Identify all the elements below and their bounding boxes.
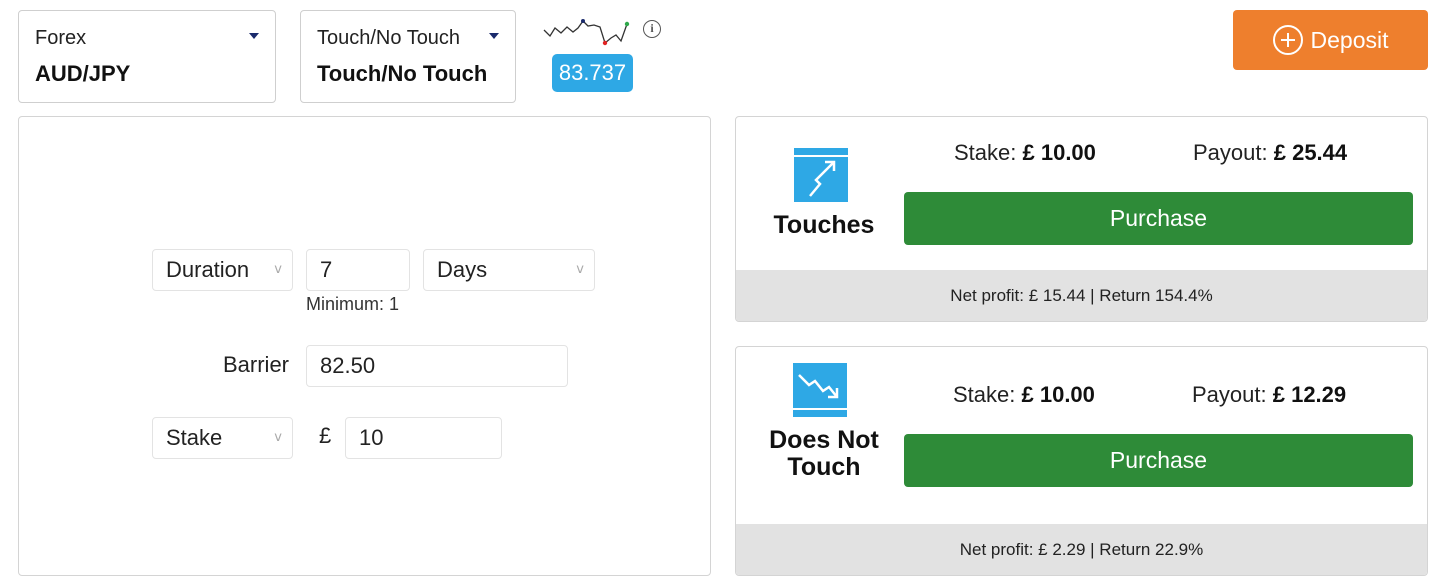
- duration-unit-select[interactable]: Days v: [423, 249, 595, 291]
- payout-display: Payout: £ 12.29: [1192, 382, 1346, 408]
- barrier-value: 82.50: [320, 353, 376, 378]
- trade-type-category: Touch/No Touch: [317, 27, 461, 49]
- duration-input[interactable]: 7: [306, 249, 410, 291]
- payout-display: Payout: £ 25.44: [1193, 140, 1347, 166]
- deposit-button[interactable]: Deposit: [1233, 10, 1428, 70]
- market-category: Forex: [35, 27, 87, 49]
- info-icon[interactable]: i: [643, 20, 661, 38]
- trade-parameters-panel: Duration v 7 Days v Minimum: 1 Barrier 8…: [18, 116, 711, 576]
- no-touch-contract-icon: [793, 363, 847, 417]
- chevron-down-icon: v: [274, 262, 282, 277]
- barrier-input[interactable]: 82.50: [306, 345, 568, 387]
- contract-name-touches: Touches: [773, 211, 875, 239]
- duration-type-select[interactable]: Duration v: [152, 249, 293, 291]
- net-profit-footer: Net profit: £ 15.44 | Return 154.4%: [736, 270, 1427, 321]
- duration-minimum-hint: Minimum: 1: [306, 294, 400, 314]
- net-profit-footer: Net profit: £ 2.29 | Return 22.9%: [736, 524, 1427, 575]
- contract-name-does-not-touch: Does Not Touch: [769, 426, 879, 481]
- stake-label: Stake:: [953, 382, 1016, 407]
- plus-circle-icon: [1272, 25, 1303, 55]
- trade-type-selected: Touch/No Touch: [317, 61, 488, 86]
- duration-value: 7: [320, 257, 333, 282]
- stake-amount: £ 10.00: [1021, 382, 1095, 407]
- deposit-label: Deposit: [1310, 26, 1389, 53]
- payout-amount: £ 12.29: [1272, 382, 1347, 407]
- caret-down-icon: [489, 33, 499, 39]
- duration-type-value: Duration: [166, 257, 250, 282]
- spot-price-badge: 83.737: [552, 54, 633, 92]
- currency-symbol: £: [319, 423, 332, 448]
- stake-display: Stake: £ 10.00: [953, 382, 1095, 408]
- chevron-down-icon: v: [576, 262, 584, 277]
- market-dropdown[interactable]: Forex AUD/JPY: [18, 10, 276, 103]
- barrier-label: Barrier: [223, 352, 290, 377]
- purchase-touches-button[interactable]: Purchase: [904, 192, 1413, 245]
- trade-type-dropdown[interactable]: Touch/No Touch Touch/No Touch: [300, 10, 516, 103]
- chevron-down-icon: v: [274, 430, 282, 445]
- price-sparkline-icon: [543, 19, 630, 46]
- touch-contract-icon: [794, 148, 848, 202]
- stake-value: 10: [359, 425, 384, 450]
- payout-label: Payout:: [1192, 382, 1267, 407]
- duration-unit-value: Days: [437, 257, 488, 282]
- stake-display: Stake: £ 10.00: [954, 140, 1096, 166]
- payout-amount: £ 25.44: [1273, 140, 1348, 165]
- purchase-does-not-touch-button[interactable]: Purchase: [904, 434, 1413, 487]
- contract-card-touches: Touches Stake: £ 10.00 Payout: £ 25.44 P…: [735, 116, 1428, 322]
- stake-amount: £ 10.00: [1022, 140, 1096, 165]
- stake-type-select[interactable]: Stake v: [152, 417, 293, 459]
- stake-label: Stake:: [954, 140, 1017, 165]
- market-symbol: AUD/JPY: [35, 61, 131, 86]
- stake-input[interactable]: 10: [345, 417, 502, 459]
- caret-down-icon: [249, 33, 259, 39]
- payout-label: Payout:: [1193, 140, 1268, 165]
- contract-card-does-not-touch: Does Not Touch Stake: £ 10.00 Payout: £ …: [735, 346, 1428, 576]
- stake-type-value: Stake: [166, 425, 223, 450]
